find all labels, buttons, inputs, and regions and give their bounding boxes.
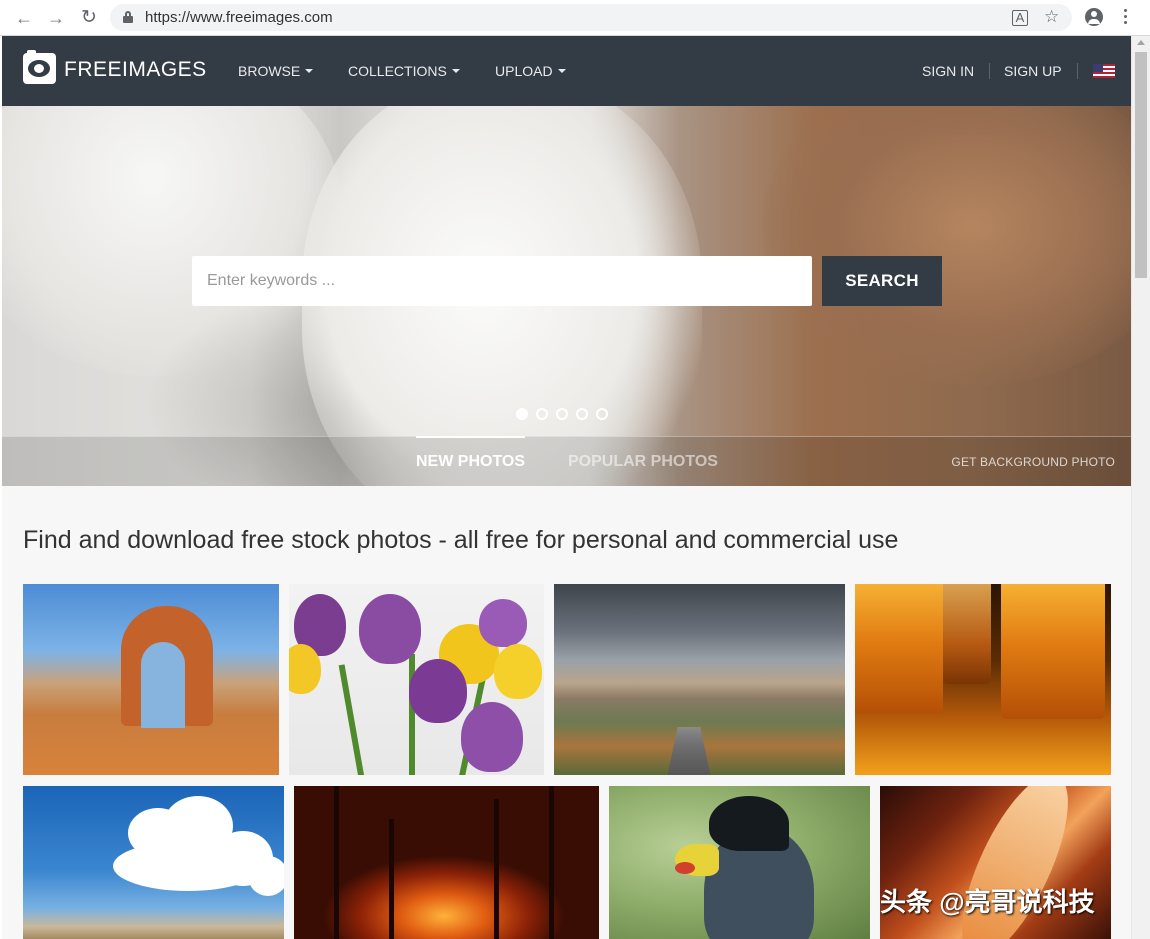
sign-up-link[interactable]: SIGN UP xyxy=(1004,63,1062,79)
tab-new-photos[interactable]: NEW PHOTOS xyxy=(416,436,526,471)
bookmark-star-icon[interactable]: ☆ xyxy=(1044,7,1059,27)
page-scrollbar[interactable] xyxy=(1131,36,1150,939)
browser-menu-icon[interactable] xyxy=(1124,9,1128,27)
caret-down-icon xyxy=(557,69,566,73)
slide-dot-1[interactable] xyxy=(516,408,528,420)
logo-text[interactable]: FREEIMAGES xyxy=(64,58,207,82)
nav-browse[interactable]: BROWSE xyxy=(238,63,314,79)
photo-thumbnail-bird[interactable] xyxy=(609,786,870,939)
photo-tabs: NEW PHOTOS POPULAR PHOTOS GET BACKGROUND… xyxy=(2,436,1131,486)
site-header: FREEIMAGES BROWSE COLLECTIONS UPLOAD SIG… xyxy=(2,36,1131,106)
nav-upload[interactable]: UPLOAD xyxy=(495,63,566,79)
forward-arrow-icon[interactable]: → xyxy=(46,8,66,28)
caret-down-icon xyxy=(451,69,460,73)
scroll-up-arrow-icon[interactable] xyxy=(1137,40,1145,45)
tab-popular-photos[interactable]: POPULAR PHOTOS xyxy=(568,453,718,471)
address-bar[interactable]: https://www.freeimages.com A ☆ xyxy=(110,4,1072,31)
search-button[interactable]: SEARCH xyxy=(822,256,942,306)
page-headline: Find and download free stock photos - al… xyxy=(23,526,899,554)
watermark-text: 头条 @亮哥说科技 xyxy=(880,887,1095,917)
camera-logo-icon[interactable] xyxy=(23,50,56,84)
main-content: Find and download free stock photos - al… xyxy=(2,486,1131,939)
nav-collections[interactable]: COLLECTIONS xyxy=(348,63,460,79)
slide-dot-5[interactable] xyxy=(596,408,608,420)
photo-thumbnail-arch[interactable] xyxy=(23,584,279,775)
back-arrow-icon[interactable]: ← xyxy=(14,8,34,28)
get-background-photo-link[interactable]: GET BACKGROUND PHOTO xyxy=(951,455,1115,469)
caret-down-icon xyxy=(305,69,314,73)
scrollbar-thumb[interactable] xyxy=(1135,52,1147,278)
profile-icon[interactable] xyxy=(1085,8,1103,26)
address-url[interactable]: https://www.freeimages.com xyxy=(145,9,333,26)
us-flag-icon[interactable] xyxy=(1093,64,1115,78)
slide-dot-2[interactable] xyxy=(536,408,548,420)
browser-toolbar: ← → ↻ https://www.freeimages.com A ☆ xyxy=(0,0,1150,36)
hero-banner: SEARCH NEW PHOTOS POPULAR PHOTOS GET BAC… xyxy=(2,106,1131,486)
photo-thumbnail-city[interactable] xyxy=(554,584,845,775)
nav-divider xyxy=(1077,63,1078,79)
translate-icon[interactable]: A xyxy=(1012,10,1028,26)
search-input[interactable] xyxy=(192,256,812,306)
slide-dot-4[interactable] xyxy=(576,408,588,420)
slide-dot-3[interactable] xyxy=(556,408,568,420)
sign-in-link[interactable]: SIGN IN xyxy=(922,63,974,79)
photo-thumbnail-tulips[interactable] xyxy=(289,584,544,775)
photo-thumbnail-trees[interactable] xyxy=(294,786,599,939)
photo-thumbnail-beer[interactable] xyxy=(855,584,1111,775)
nav-divider xyxy=(989,63,990,79)
slide-indicators xyxy=(516,407,616,421)
lock-icon xyxy=(123,11,133,23)
photo-thumbnail-clouds[interactable] xyxy=(23,786,284,939)
reload-icon[interactable]: ↻ xyxy=(79,8,99,28)
